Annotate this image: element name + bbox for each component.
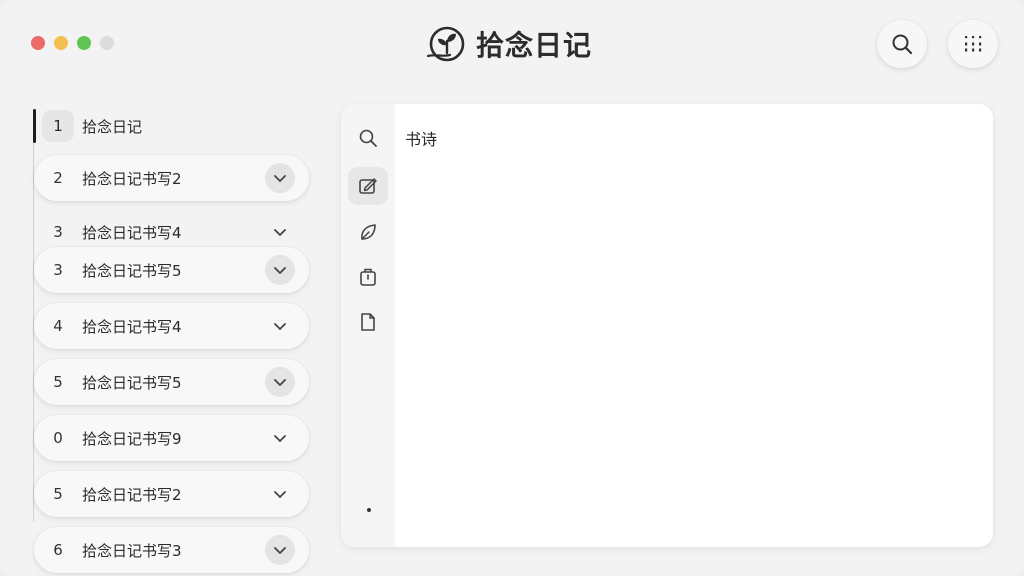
expand-button[interactable]: [265, 367, 295, 397]
grid-menu-icon: [965, 36, 982, 52]
item-number: 5: [53, 485, 63, 503]
app-window: 拾念日记 1 拾念日记 2 拾念日记书写2 3 拾念日记书写4 3 拾念日记书写…: [0, 0, 1024, 576]
expand-button[interactable]: [265, 535, 295, 565]
window-controls: [31, 36, 114, 50]
minimize-window-button[interactable]: [54, 36, 68, 50]
tool-document-button[interactable]: [348, 303, 388, 341]
expand-button[interactable]: [265, 255, 295, 285]
list-item[interactable]: 2 拾念日记书写2: [34, 155, 309, 201]
close-window-button[interactable]: [31, 36, 45, 50]
item-number: 6: [53, 541, 63, 559]
list-item[interactable]: 0 拾念日记书写9: [34, 415, 309, 461]
item-number: 3: [53, 261, 63, 279]
expand-button[interactable]: [265, 163, 295, 193]
item-number: 3: [53, 223, 63, 241]
tool-leaf-button[interactable]: [348, 213, 388, 251]
editor-content[interactable]: 书诗: [405, 126, 437, 150]
tool-bag-button[interactable]: [348, 258, 388, 296]
list-item[interactable]: 4 拾念日记书写4: [34, 303, 309, 349]
item-label: 拾念日记书写9: [82, 429, 182, 448]
list-item[interactable]: 6 拾念日记书写3: [34, 527, 309, 573]
item-number: 4: [53, 317, 63, 335]
item-number: 5: [53, 373, 63, 391]
editor-panel: 书诗: [341, 104, 993, 547]
document-icon: [361, 313, 375, 331]
item-label: 拾念日记书写5: [82, 373, 182, 392]
sidebar-item-active[interactable]: 1 拾念日记: [34, 103, 309, 149]
list-item[interactable]: 3 拾念日记书写5: [34, 247, 309, 293]
chevron-down-icon: [274, 491, 286, 498]
chevron-down-icon: [274, 435, 286, 442]
inactive-window-button: [100, 36, 114, 50]
chevron-down-icon: [274, 379, 286, 386]
item-number: 1: [42, 110, 74, 142]
leaf-icon: [361, 224, 376, 240]
expand-button[interactable]: [265, 311, 295, 341]
bag-icon: [360, 268, 376, 286]
expand-button[interactable]: [265, 423, 295, 453]
maximize-window-button[interactable]: [77, 36, 91, 50]
item-label: 拾念日记: [82, 117, 143, 136]
expand-button[interactable]: [265, 217, 295, 247]
item-label: 拾念日记书写4: [82, 223, 182, 242]
app-header: 拾念日记: [426, 22, 592, 66]
item-label: 拾念日记书写4: [82, 317, 182, 336]
item-label: 拾念日记书写2: [82, 485, 182, 504]
tool-rail: [341, 104, 395, 547]
chevron-down-icon: [274, 229, 286, 236]
status-dot: [367, 508, 371, 512]
item-label: 拾念日记书写2: [82, 169, 182, 188]
sprout-icon: [426, 26, 465, 62]
search-icon: [359, 129, 377, 147]
chevron-down-icon: [274, 547, 286, 554]
chevron-down-icon: [274, 267, 286, 274]
search-icon: [892, 34, 913, 55]
edit-icon: [359, 178, 377, 194]
item-number: 0: [53, 429, 63, 447]
menu-button[interactable]: [948, 20, 998, 68]
list-item[interactable]: 5 拾念日记书写2: [34, 471, 309, 517]
app-title: 拾念日记: [476, 29, 593, 62]
chevron-down-icon: [274, 175, 286, 182]
chevron-down-icon: [274, 323, 286, 330]
tool-edit-button[interactable]: [348, 167, 388, 205]
expand-button[interactable]: [265, 479, 295, 509]
item-label: 拾念日记书写5: [82, 261, 182, 280]
item-label: 拾念日记书写3: [82, 541, 182, 560]
tool-search-button[interactable]: [348, 119, 388, 157]
search-button[interactable]: [877, 20, 927, 68]
list-item[interactable]: 5 拾念日记书写5: [34, 359, 309, 405]
item-number: 2: [53, 169, 63, 187]
